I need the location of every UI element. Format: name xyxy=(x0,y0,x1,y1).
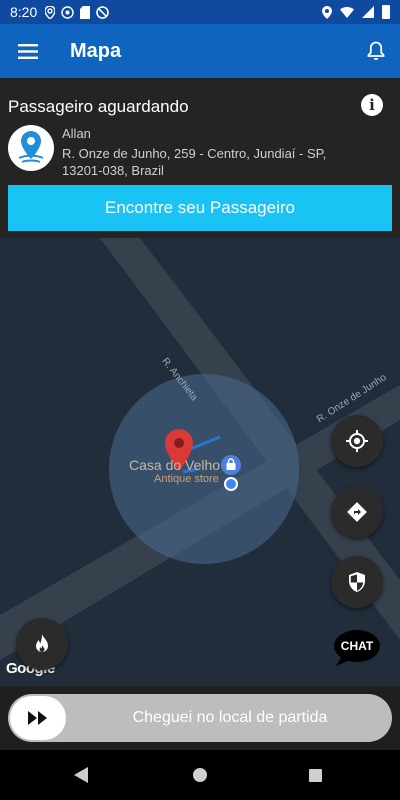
location-pin-avatar-icon xyxy=(18,131,44,163)
signal-icon xyxy=(362,6,374,18)
app-bar: Mapa xyxy=(0,24,400,78)
shopping-bag-icon[interactable] xyxy=(221,455,241,475)
avatar xyxy=(8,125,54,171)
home-circle-icon[interactable] xyxy=(193,768,207,782)
location-icon xyxy=(322,5,332,19)
fast-forward-icon xyxy=(28,711,47,725)
back-triangle-icon[interactable] xyxy=(74,767,90,783)
location-icon xyxy=(45,5,56,19)
safety-button[interactable] xyxy=(331,556,383,608)
slider-label: Cheguei no local de partida xyxy=(132,709,328,726)
place-name[interactable]: Casa do Velho xyxy=(129,457,220,473)
no-sync-icon xyxy=(96,5,110,19)
heat-button[interactable] xyxy=(16,618,68,670)
find-passenger-button[interactable]: Encontre seu Passageiro xyxy=(8,185,392,231)
passenger-name: Allan xyxy=(62,126,91,141)
crosshair-locate-icon xyxy=(346,430,368,452)
notification-bell-icon xyxy=(367,41,385,60)
menu-button[interactable] xyxy=(0,24,56,78)
shield-icon xyxy=(349,572,365,592)
system-nav-bar xyxy=(0,750,400,800)
page-title: Mapa xyxy=(70,39,122,62)
slide-action-bar: Cheguei no local de partida xyxy=(0,686,400,750)
battery-icon xyxy=(382,5,390,19)
status-bar: 8:20 xyxy=(0,0,400,24)
info-icon[interactable]: i xyxy=(361,94,383,116)
recent-square-icon[interactable] xyxy=(309,769,322,782)
directions-arrow-icon xyxy=(347,502,367,522)
hamburger-menu-icon xyxy=(18,43,38,59)
wifi-icon xyxy=(340,6,354,18)
chat-button[interactable]: CHAT xyxy=(334,630,380,666)
app-screen: 8:20 Mapa R. Anchieta R. Onze de Junho C… xyxy=(0,0,400,800)
slider-knob[interactable] xyxy=(10,696,66,740)
notifications-button[interactable] xyxy=(352,24,400,78)
flame-icon xyxy=(36,634,48,652)
at-icon xyxy=(61,5,74,19)
passenger-card-title: Passageiro aguardando xyxy=(8,97,189,116)
locate-button[interactable] xyxy=(331,415,383,467)
sd-card-icon xyxy=(80,5,91,19)
place-category: Antique store xyxy=(154,473,219,485)
passenger-card: Passageiro aguardando i Allan R. Onze de… xyxy=(0,78,400,238)
chat-label: CHAT xyxy=(340,639,374,653)
navigate-button[interactable] xyxy=(331,486,383,538)
arrived-slider[interactable]: Cheguei no local de partida xyxy=(8,694,392,742)
passenger-address: R. Onze de Junho, 259 - Centro, Jundiaí … xyxy=(62,146,327,178)
user-location-icon xyxy=(224,477,238,491)
status-right-icons xyxy=(322,5,390,19)
status-time: 8:20 xyxy=(10,4,38,20)
